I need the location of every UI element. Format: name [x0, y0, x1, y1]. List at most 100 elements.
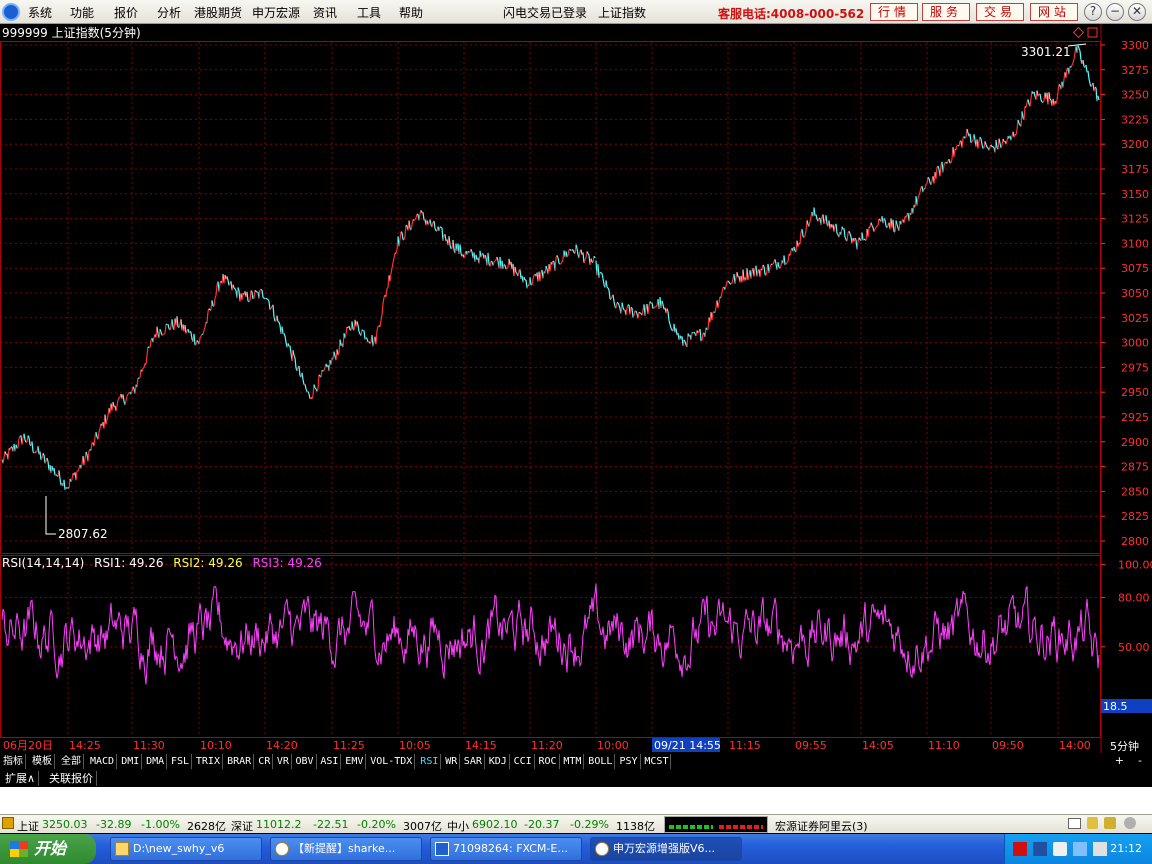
volume-icon[interactable] [1053, 842, 1067, 856]
indicator-tab-kdj[interactable]: KDJ [487, 754, 510, 769]
chart-area[interactable]: 999999 上证指数(5分钟) 3300 3275 3250 3225 3200 317… [0, 24, 1152, 753]
indicator-tab-dmi[interactable]: DMI [119, 754, 143, 769]
start-label: 开始 [34, 839, 67, 858]
menu-item-7[interactable]: 工具 [357, 4, 381, 21]
price-segment [762, 264, 765, 267]
price-segment [194, 344, 197, 346]
indicator-tab-vr[interactable]: VR [275, 754, 292, 769]
indicator-tab-dma[interactable]: DMA [144, 754, 168, 769]
task-browser[interactable]: 【新提醒】sharke... [270, 837, 422, 861]
expand-tab[interactable]: 扩展∧ [2, 771, 40, 786]
indicator-tab-wr[interactable]: WR [443, 754, 461, 769]
related-quotes-tab[interactable]: 关联报价 [46, 771, 97, 786]
price-segment [35, 451, 38, 453]
sh-name: 上证 [17, 820, 39, 833]
price-segment [142, 367, 145, 369]
price-segment [638, 311, 641, 314]
task-swhy[interactable]: 申万宏源增强版V6... [590, 837, 742, 861]
indicator-tab-macd[interactable]: MACD [88, 754, 118, 769]
price-segment [250, 290, 253, 293]
indicator-tab-模板[interactable]: 模板 [30, 754, 55, 769]
sz-value: 11012.2 [256, 818, 302, 831]
indicator-tab-trix[interactable]: TRIX [194, 754, 223, 769]
price-segment [138, 376, 141, 379]
indicator-tab-obv[interactable]: OBV [294, 754, 317, 769]
price-segment [785, 262, 788, 265]
indicator-tab-fsl[interactable]: FSL [169, 754, 193, 769]
minimize-button[interactable]: − [1106, 3, 1124, 21]
indicator-tab-mtm[interactable]: MTM [561, 754, 585, 769]
service-button[interactable]: 服务 [922, 3, 970, 21]
y-tick-label: 2950 [1121, 386, 1149, 399]
period-label[interactable]: 5分钟 [1110, 739, 1139, 753]
task-explorer[interactable]: D:\new_swhy_v6 [110, 837, 262, 861]
price-segment [863, 238, 866, 241]
menu-item-2[interactable]: 报价 [114, 4, 138, 21]
market-button[interactable]: 行情 [870, 3, 918, 21]
sh-change: -32.89 [96, 818, 132, 831]
tray-network-icon[interactable] [1033, 842, 1047, 856]
task-fxcm[interactable]: 71098264: FXCM-E... [430, 837, 582, 861]
indicator-tab-brar[interactable]: BRAR [225, 754, 255, 769]
trade-button[interactable]: 交易 [976, 3, 1024, 21]
chat-icon [435, 842, 449, 856]
sz-amount: 3007亿 [403, 820, 442, 833]
indicator-tab-全部[interactable]: 全部 [59, 754, 84, 769]
indicator-tab-asi[interactable]: ASI [318, 754, 342, 769]
website-button[interactable]: 网站 [1030, 3, 1078, 21]
tray-display-icon[interactable] [1093, 842, 1107, 856]
price-segment [365, 337, 368, 340]
menu-item-1[interactable]: 功能 [70, 4, 94, 21]
y-tick-label: 3025 [1121, 312, 1149, 325]
taskbar: 开始 D:\new_swhy_v6 【新提醒】sharke... 7109826… [0, 834, 1152, 864]
remove-panel-button[interactable]: - [1138, 754, 1142, 767]
window-icon[interactable] [1068, 818, 1081, 829]
rsi2-value: RSI2: 49.26 [173, 556, 242, 570]
indicator-tab-cr[interactable]: CR [256, 754, 274, 769]
price-segment [570, 249, 573, 252]
price-segment [706, 328, 709, 331]
tray-security-icon[interactable] [1073, 842, 1087, 856]
browser-icon [275, 842, 289, 856]
indicator-tab-boll[interactable]: BOLL [586, 754, 616, 769]
add-panel-button[interactable]: + [1115, 754, 1124, 767]
close-button[interactable]: ✕ [1128, 3, 1146, 21]
menu-item-8[interactable]: 帮助 [399, 4, 423, 21]
price-segment [16, 447, 19, 449]
price-segment [189, 330, 192, 333]
zx-name: 中小 [447, 820, 469, 833]
start-button[interactable]: 开始 [0, 834, 96, 864]
price-segment [883, 218, 886, 221]
clock[interactable]: 21:12 [1110, 842, 1142, 855]
task-label: 申万宏源增强版V6... [613, 842, 716, 855]
help-icon[interactable]: ? [1084, 3, 1102, 21]
indicator-tab-cci[interactable]: CCI [512, 754, 535, 769]
menu-item-5[interactable]: 申万宏源 [252, 4, 300, 21]
menu-item-6[interactable]: 资讯 [313, 4, 337, 21]
tray-app-icon[interactable] [1013, 842, 1027, 856]
server-name[interactable]: 宏源证券阿里云(3) [775, 818, 868, 834]
price-segment [964, 136, 967, 139]
indicator-tab-psy[interactable]: PSY [618, 754, 641, 769]
indicator-tab-sar[interactable]: SAR [462, 754, 485, 769]
menu-item-0[interactable]: 系统 [28, 4, 52, 21]
indicator-tab-mcst[interactable]: MCST [642, 754, 672, 769]
indicator-tab-rsi[interactable]: RSI [418, 754, 442, 769]
price-segment [127, 392, 130, 395]
x-tick-label: 09:55 [795, 739, 827, 752]
lock-icon[interactable] [1104, 817, 1116, 829]
price-segment [233, 287, 236, 290]
indicator-tab-vol-tdx[interactable]: VOL-TDX [368, 754, 416, 769]
indicator-tab-roc[interactable]: ROC [537, 754, 560, 769]
x-tick-label: 14:20 [266, 739, 298, 752]
chart-title: 999999 上证指数(5分钟) [2, 25, 141, 40]
extension-bar: 扩展∧ 关联报价 [0, 770, 1152, 787]
indicator-tab-emv[interactable]: EMV [343, 754, 367, 769]
price-segment [655, 305, 658, 308]
x-tick-label: 10:05 [399, 739, 431, 752]
menu-item-4[interactable]: 港股期货 [194, 4, 242, 21]
indicator-tab-指标[interactable]: 指标 [1, 754, 26, 769]
menu-item-3[interactable]: 分析 [157, 4, 181, 21]
settings-icon[interactable] [1124, 817, 1136, 829]
signal-icon[interactable] [1087, 817, 1098, 829]
